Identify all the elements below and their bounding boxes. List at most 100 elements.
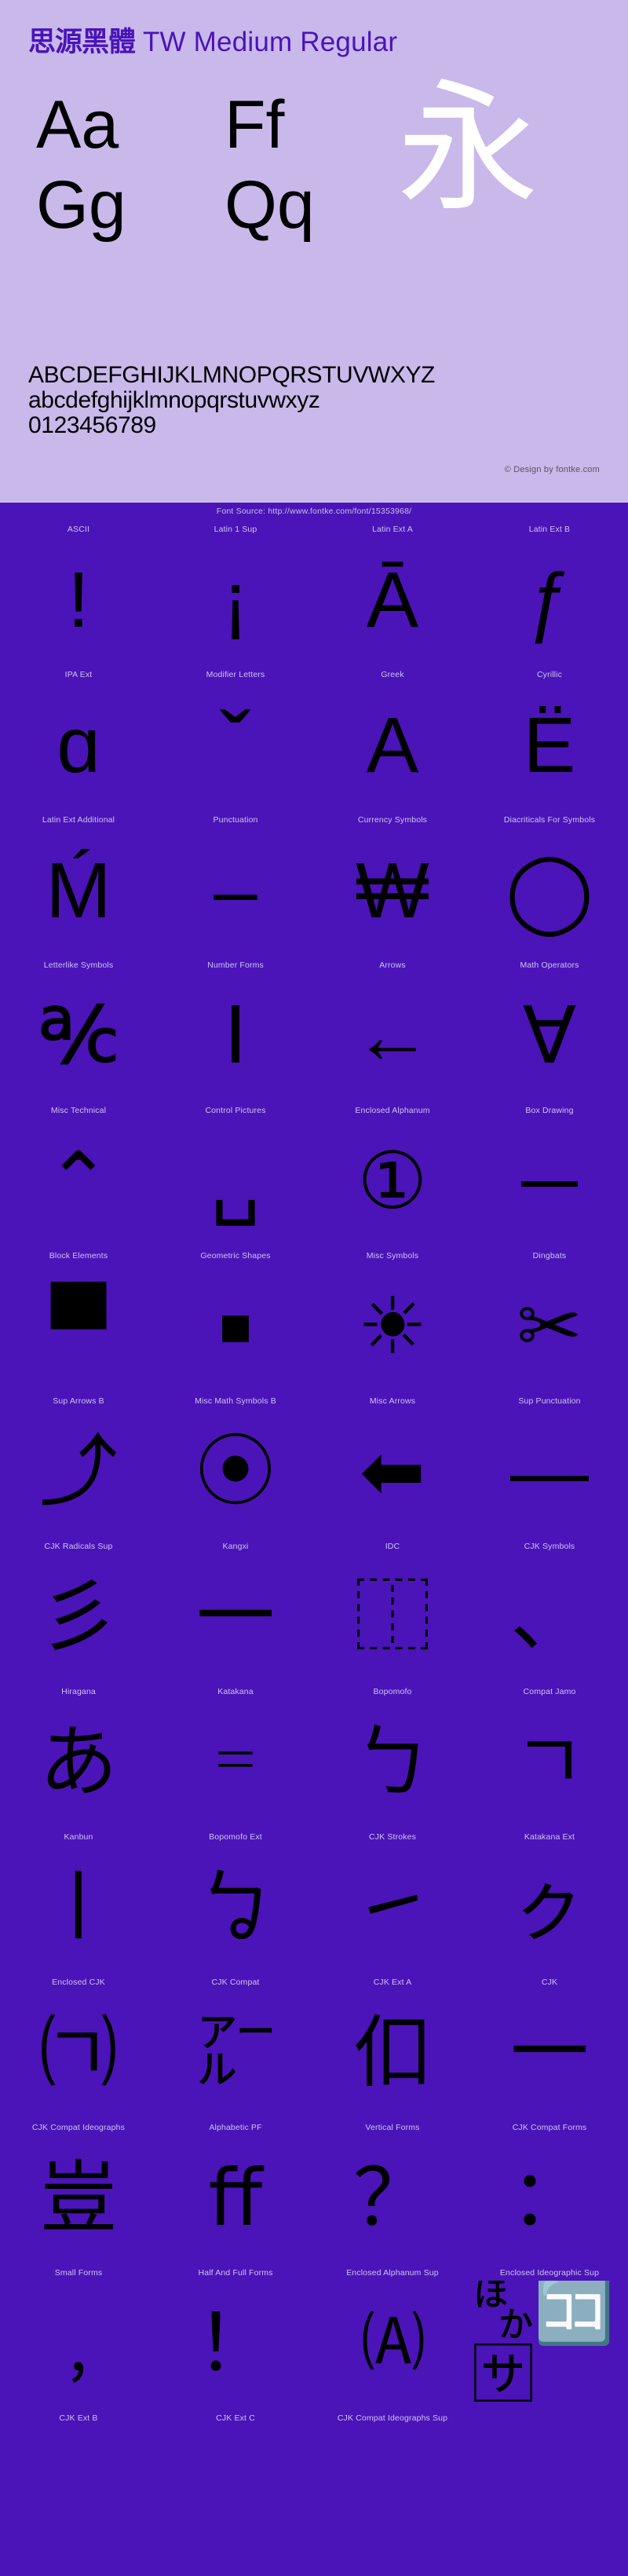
unicode-block-sample-glyph: Ё [471, 682, 628, 808]
unicode-block-label: CJK Compat Ideographs Sup [338, 2413, 447, 2426]
unicode-block-cell[interactable]: Bopomofo Ext ㆠ [157, 1828, 314, 1973]
design-credit: © Design by fontke.com [505, 465, 600, 474]
unicode-block-cell[interactable]: CJK Compat Forms ： [471, 2118, 628, 2263]
unicode-block-sample-glyph: ㇰ [471, 1845, 628, 1970]
unicode-block-label: CJK Strokes [369, 1832, 416, 1845]
unicode-block-cell[interactable]: IDC ⿰ [314, 1537, 471, 1682]
unicode-block-cell[interactable]: Misc Arrows ⬅ [314, 1392, 471, 1537]
unicode-block-cell[interactable]: Misc Technical ⌃ [0, 1101, 157, 1246]
unicode-block-label: Half And Full Forms [198, 2268, 272, 2281]
unicode-block-cell[interactable]: CJK Ext A 㐰 [314, 1973, 471, 2118]
unicode-block-label: Compat Jamo [523, 1687, 575, 1700]
unicode-block-cell[interactable]: Enclosed CJK ㈀ [0, 1973, 157, 2118]
unicode-block-cell[interactable]: Geometric Shapes ■ [157, 1246, 314, 1392]
unicode-block-sample-glyph: ！ [157, 2281, 314, 2406]
unicode-block-label: Enclosed CJK [52, 1978, 105, 1990]
unicode-block-sample-glyph: 豈 [0, 2135, 157, 2261]
unicode-block-cell[interactable]: Small Forms ﹐ [0, 2263, 157, 2409]
unicode-block-sample-glyph: ⦿ [157, 1409, 314, 1535]
unicode-block-sample-glyph: ☀ [314, 1264, 471, 1389]
unicode-block-sample-glyph: ∀ [471, 973, 628, 1099]
unicode-block-label: CJK Compat Ideographs [32, 2123, 125, 2135]
unicode-block-cell[interactable]: Cyrillic Ё [471, 665, 628, 810]
unicode-block-cell[interactable]: CJK Strokes ㇀ [314, 1828, 471, 1973]
unicode-block-cell[interactable]: Misc Symbols ☀ [314, 1246, 471, 1392]
unicode-block-cell[interactable]: Math Operators ∀ [471, 956, 628, 1101]
unicode-block-cell[interactable]: Enclosed Alphanum Sup 🄐 [314, 2263, 471, 2409]
unicode-block-cell[interactable]: Modifier Letters ˇ [157, 665, 314, 810]
unicode-block-label: CJK [542, 1978, 557, 1990]
unicode-block-cell[interactable]: Bopomofo ㄅ [314, 1682, 471, 1828]
unicode-block-cell[interactable]: Compat Jamo ㄱ [471, 1682, 628, 1828]
unicode-block-cell[interactable]: Latin Ext Additional Ḿ [0, 810, 157, 956]
unicode-block-sample-glyph: ─ [471, 1118, 628, 1244]
unicode-block-sample-glyph: 𪝀𫝀 [314, 2426, 471, 2552]
unicode-block-cell[interactable]: Latin Ext A Ā [314, 520, 471, 665]
unicode-block-cell[interactable]: Enclosed Alphanum ① [314, 1101, 471, 1246]
unicode-block-cell[interactable]: Letterlike Symbols ℀ [0, 956, 157, 1101]
unicode-block-label: Arrows [379, 961, 406, 973]
unicode-block-label: Dingbats [533, 1251, 567, 1264]
unicode-block-cell[interactable]: Half And Full Forms ！ [157, 2263, 314, 2409]
unicode-block-sample-glyph: ㈀ [0, 1990, 157, 2116]
digit-set: 0123456789 [28, 413, 435, 438]
unicode-block-cell[interactable]: Latin Ext B ƒ [471, 520, 628, 665]
unicode-block-cell[interactable]: Box Drawing ─ [471, 1101, 628, 1246]
unicode-block-label: Small Forms [55, 2268, 103, 2281]
unicode-block-sample-glyph: ？ [314, 2135, 471, 2261]
unicode-block-cell[interactable]: IPA Ext ɑ [0, 665, 157, 810]
specimen-glyph-ff: Ff [225, 91, 284, 159]
unicode-block-cell[interactable]: Number Forms Ⅰ [157, 956, 314, 1101]
font-source-link[interactable]: Font Source: http://www.fontke.com/font/… [0, 503, 628, 520]
page-title-latin: TW Medium Regular [135, 27, 397, 57]
unicode-block-sample-glyph: ： [471, 2135, 628, 2261]
unicode-block-cell[interactable]: CJK Ext C 𪜀𪜁 [157, 2409, 314, 2554]
unicode-block-cell[interactable]: Katakana Ext ㇰ [471, 1828, 628, 1973]
unicode-block-cell[interactable]: CJK Compat ㌃ [157, 1973, 314, 2118]
unicode-block-cell[interactable]: Latin 1 Sup ¡ [157, 520, 314, 665]
unicode-block-cell[interactable]: Vertical Forms ？ [314, 2118, 471, 2263]
unicode-block-cell[interactable]: Punctuation – [157, 810, 314, 956]
unicode-block-cell[interactable]: Sup Arrows B ⤴ [0, 1392, 157, 1537]
unicode-block-cell[interactable]: Sup Punctuation ― [471, 1392, 628, 1537]
lowercase-alphabet: abcdefghijklmnopqrstuvwxyz [28, 388, 435, 413]
unicode-block-label: Misc Symbols [367, 1251, 419, 1264]
unicode-block-label: Latin Ext B [529, 525, 570, 537]
unicode-block-cell[interactable]: Greek Α [314, 665, 471, 810]
unicode-block-cell[interactable]: Diacriticals For Symbols ◯ [471, 810, 628, 956]
unicode-block-cell[interactable]: Misc Math Symbols B ⦿ [157, 1392, 314, 1537]
unicode-block-cell[interactable]: Dingbats ✂ [471, 1246, 628, 1392]
unicode-block-cell[interactable]: CJK Ext B 𠀀𠀁 [0, 2409, 157, 2554]
unicode-block-label: Misc Technical [51, 1106, 106, 1118]
unicode-block-sample-glyph: ₩ [314, 828, 471, 953]
unicode-block-label: Bopomofo [373, 1687, 411, 1700]
unicode-block-cell[interactable]: Katakana ゠ [157, 1682, 314, 1828]
unicode-block-sample-glyph: 、 [471, 1554, 628, 1680]
unicode-block-cell[interactable]: Block Elements ▀ [0, 1246, 157, 1392]
unicode-block-cell[interactable]: CJK Compat Ideographs 豈 [0, 2118, 157, 2263]
unicode-block-cell[interactable]: ASCII! [0, 520, 157, 665]
unicode-block-cell[interactable]: Kanbun 〡 [0, 1828, 157, 1973]
unicode-block-cell[interactable]: CJK Symbols 、 [471, 1537, 628, 1682]
unicode-block-grid: ASCII! Latin 1 Sup ¡ Latin Ext A Ā Latin Ext … [0, 520, 628, 2554]
unicode-block-cell[interactable]: Alphabetic PF ﬀ [157, 2118, 314, 2263]
unicode-block-label: Letterlike Symbols [44, 961, 113, 973]
unicode-block-cell[interactable]: Hiragana あ [0, 1682, 157, 1828]
unicode-block-sample-glyph: Ā [314, 537, 471, 663]
specimen-glyph-aa: Aa [36, 91, 119, 159]
unicode-block-sample-glyph: ← [314, 973, 471, 1099]
unicode-block-label: Modifier Letters [206, 670, 265, 682]
unicode-block-cell[interactable]: Control Pictures ␣ [157, 1101, 314, 1246]
unicode-block-cell[interactable]: Kangxi ⼀ [157, 1537, 314, 1682]
unicode-block-cell[interactable]: Currency Symbols ₩ [314, 810, 471, 956]
unicode-block-cell[interactable]: CJK Compat Ideographs Sup 𪝀𫝀 [314, 2409, 471, 2554]
unicode-block-sample-glyph: ¡ [157, 537, 314, 663]
unicode-block-cell[interactable]: CJK Radicals Sup ⼺ [0, 1537, 157, 1682]
unicode-block-cell[interactable]: Enclosed Ideographic Sup 🈀🈁🈂 [471, 2263, 628, 2409]
unicode-block-label: Latin Ext A [372, 525, 413, 537]
unicode-block-label: IDC [385, 1542, 400, 1554]
unicode-block-sample-glyph: ― [471, 1409, 628, 1535]
unicode-block-cell[interactable]: Arrows ← [314, 956, 471, 1101]
unicode-block-sample-glyph: 𠀀𠀁 [0, 2426, 157, 2552]
unicode-block-cell[interactable]: CJK 一 [471, 1973, 628, 2118]
